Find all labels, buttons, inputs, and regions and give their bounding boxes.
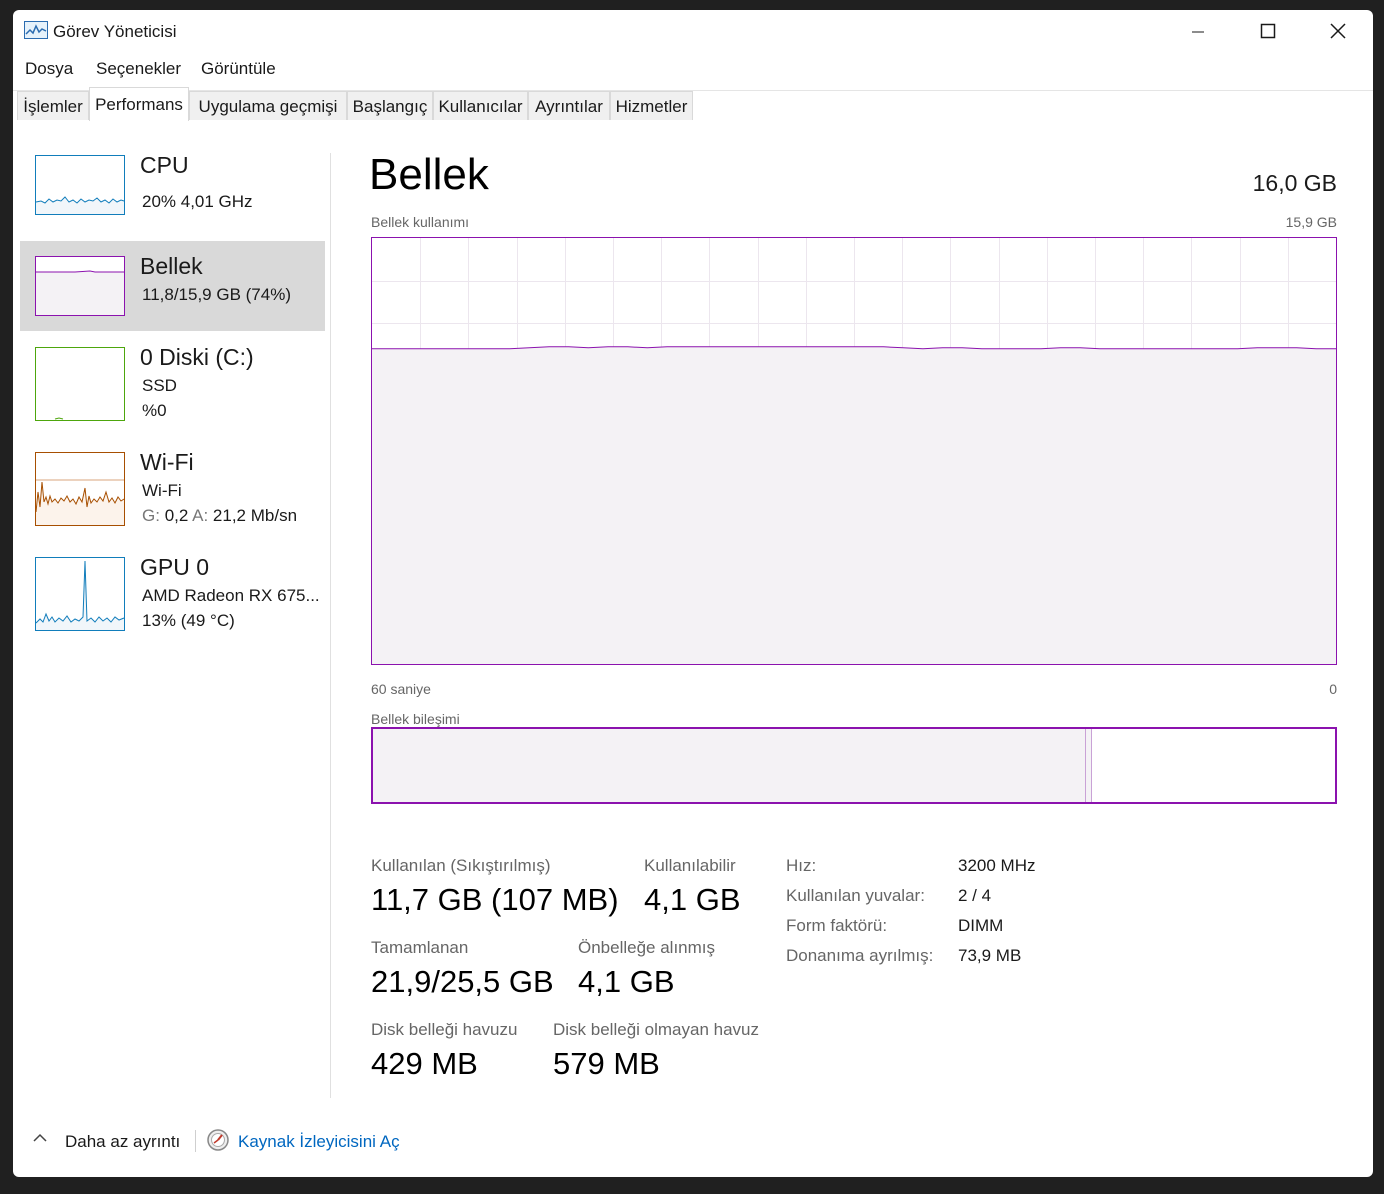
tab-startup[interactable]: Başlangıç — [347, 91, 433, 120]
sidebar-divider — [330, 153, 331, 1098]
wifi-title: Wi-Fi — [140, 449, 194, 475]
memory-title: Bellek — [140, 253, 203, 279]
maximize-icon — [1260, 23, 1276, 39]
close-icon — [1330, 23, 1346, 39]
disk-thumbnail-graph — [35, 347, 125, 421]
memory-composition-bar — [371, 727, 1337, 804]
tab-services[interactable]: Hizmetler — [610, 91, 693, 120]
time-axis-left: 60 saniye — [371, 681, 431, 697]
footer: Daha az ayrıntı Kaynak İzleyicisini Aç — [13, 1122, 1373, 1162]
tab-users[interactable]: Kullanıcılar — [433, 91, 528, 120]
resource-monitor-icon — [207, 1129, 229, 1151]
tab-app-history[interactable]: Uygulama geçmişi — [189, 91, 347, 120]
cpu-thumbnail-graph — [35, 155, 125, 215]
memory-total: 16,0 GB — [1252, 170, 1337, 196]
tab-performance[interactable]: Performans — [89, 87, 189, 121]
wifi-thumbnail-graph — [35, 452, 125, 526]
paged-pool-value: 429 MB — [371, 1046, 478, 1081]
form-factor-label: Form faktörü: — [786, 916, 888, 935]
gpu-thumbnail-graph — [35, 557, 125, 631]
disk-title: 0 Diski (C:) — [140, 344, 254, 370]
tab-details[interactable]: Ayrıntılar — [528, 91, 610, 120]
fewer-details-button[interactable]: Daha az ayrıntı — [65, 1132, 180, 1152]
wifi-receive-label: A: — [192, 506, 209, 525]
used-label: Kullanılan (Sıkıştırılmış) — [371, 856, 551, 875]
time-axis-right: 0 — [1329, 681, 1337, 697]
slots-used-label: Kullanılan yuvalar: — [786, 886, 925, 905]
wifi-receive-value: 21,2 Mb/sn — [212, 506, 298, 525]
maximize-button[interactable] — [1233, 10, 1303, 52]
tab-bar: İşlemler Performans Uygulama geçmişi Baş… — [13, 87, 1373, 121]
memory-usage-text: 11,8/15,9 GB (74%) — [142, 285, 291, 304]
chevron-up-icon[interactable] — [33, 1133, 47, 1143]
composition-label: Bellek bileşimi — [371, 711, 460, 727]
speed-label: Hız: — [786, 856, 817, 875]
nonpaged-pool-label: Disk belleği olmayan havuz — [553, 1020, 759, 1039]
available-label: Kullanılabilir — [644, 856, 736, 875]
gpu-title: GPU 0 — [140, 554, 210, 580]
committed-value: 21,9/25,5 GB — [371, 964, 554, 999]
composition-in-use — [373, 729, 1085, 802]
title-bar: Görev Yöneticisi — [13, 10, 1373, 52]
hardware-reserved-label: Donanıma ayrılmış: — [786, 946, 934, 965]
available-value: 4,1 GB — [644, 882, 741, 917]
menu-options[interactable]: Seçenekler — [96, 59, 181, 79]
wifi-throughput-text: G: 0,2 A: 21,2 Mb/sn — [142, 506, 297, 526]
sidebar-item-gpu[interactable]: GPU 0 AMD Radeon RX 675... 13% (49 °C) — [20, 552, 325, 642]
page-title: Bellek — [369, 150, 489, 199]
window-title: Görev Yöneticisi — [53, 22, 177, 41]
memory-thumbnail-graph — [35, 256, 125, 316]
minimize-button[interactable] — [1163, 10, 1233, 52]
wifi-send-value: 0,2 — [164, 506, 189, 525]
cpu-usage-text: 20% 4,01 GHz — [142, 192, 253, 211]
sidebar-item-cpu[interactable]: CPU 20% 4,01 GHz — [20, 150, 325, 240]
cached-label: Önbelleğe alınmış — [578, 938, 716, 957]
cached-value: 4,1 GB — [578, 964, 675, 999]
minimize-icon — [1192, 31, 1204, 33]
usage-graph-label: Bellek kullanımı — [371, 214, 470, 230]
paged-pool-label: Disk belleği havuzu — [371, 1020, 518, 1039]
footer-separator — [195, 1130, 196, 1152]
wifi-adapter-text: Wi-Fi — [142, 481, 182, 500]
sidebar-item-disk[interactable]: 0 Diski (C:) SSD %0 — [20, 342, 325, 432]
slots-used-value: 2 / 4 — [958, 886, 992, 905]
open-resource-monitor-link[interactable]: Kaynak İzleyicisini Aç — [238, 1132, 400, 1152]
menu-view[interactable]: Görüntüle — [201, 59, 276, 79]
nonpaged-pool-value: 579 MB — [553, 1046, 660, 1081]
disk-usage-text: %0 — [142, 401, 167, 420]
menu-file[interactable]: Dosya — [25, 59, 73, 79]
composition-modified — [1085, 729, 1092, 802]
gpu-usage-text: 13% (49 °C) — [142, 611, 235, 630]
performance-sidebar: CPU 20% 4,01 GHz Bellek 11,8/15,9 GB (74… — [20, 150, 326, 1110]
close-button[interactable] — [1303, 10, 1373, 52]
task-manager-window: Görev Yöneticisi Dosya Seçenekler Görünt… — [13, 10, 1373, 1177]
committed-label: Tamamlanan — [371, 938, 469, 957]
hardware-reserved-value: 73,9 MB — [958, 946, 1022, 965]
used-value: 11,7 GB (107 MB) — [371, 882, 619, 917]
task-manager-app-icon — [24, 21, 48, 39]
form-factor-value: DIMM — [958, 916, 1004, 935]
usage-graph-max: 15,9 GB — [1285, 214, 1337, 230]
sidebar-item-memory[interactable]: Bellek 11,8/15,9 GB (74%) — [20, 241, 325, 331]
memory-usage-graph — [371, 237, 1337, 665]
menu-bar: Dosya Seçenekler Görüntüle — [13, 55, 1373, 83]
speed-value: 3200 MHz — [958, 856, 1036, 875]
tab-processes[interactable]: İşlemler — [17, 91, 89, 120]
cpu-title: CPU — [140, 152, 189, 178]
usage-graph-fill — [372, 346, 1336, 664]
sidebar-item-wifi[interactable]: Wi-Fi Wi-Fi G: 0,2 A: 21,2 Mb/sn — [20, 447, 325, 537]
gpu-name-text: AMD Radeon RX 675... — [142, 586, 320, 605]
wifi-send-label: G: — [142, 506, 160, 525]
disk-type-text: SSD — [142, 376, 177, 395]
